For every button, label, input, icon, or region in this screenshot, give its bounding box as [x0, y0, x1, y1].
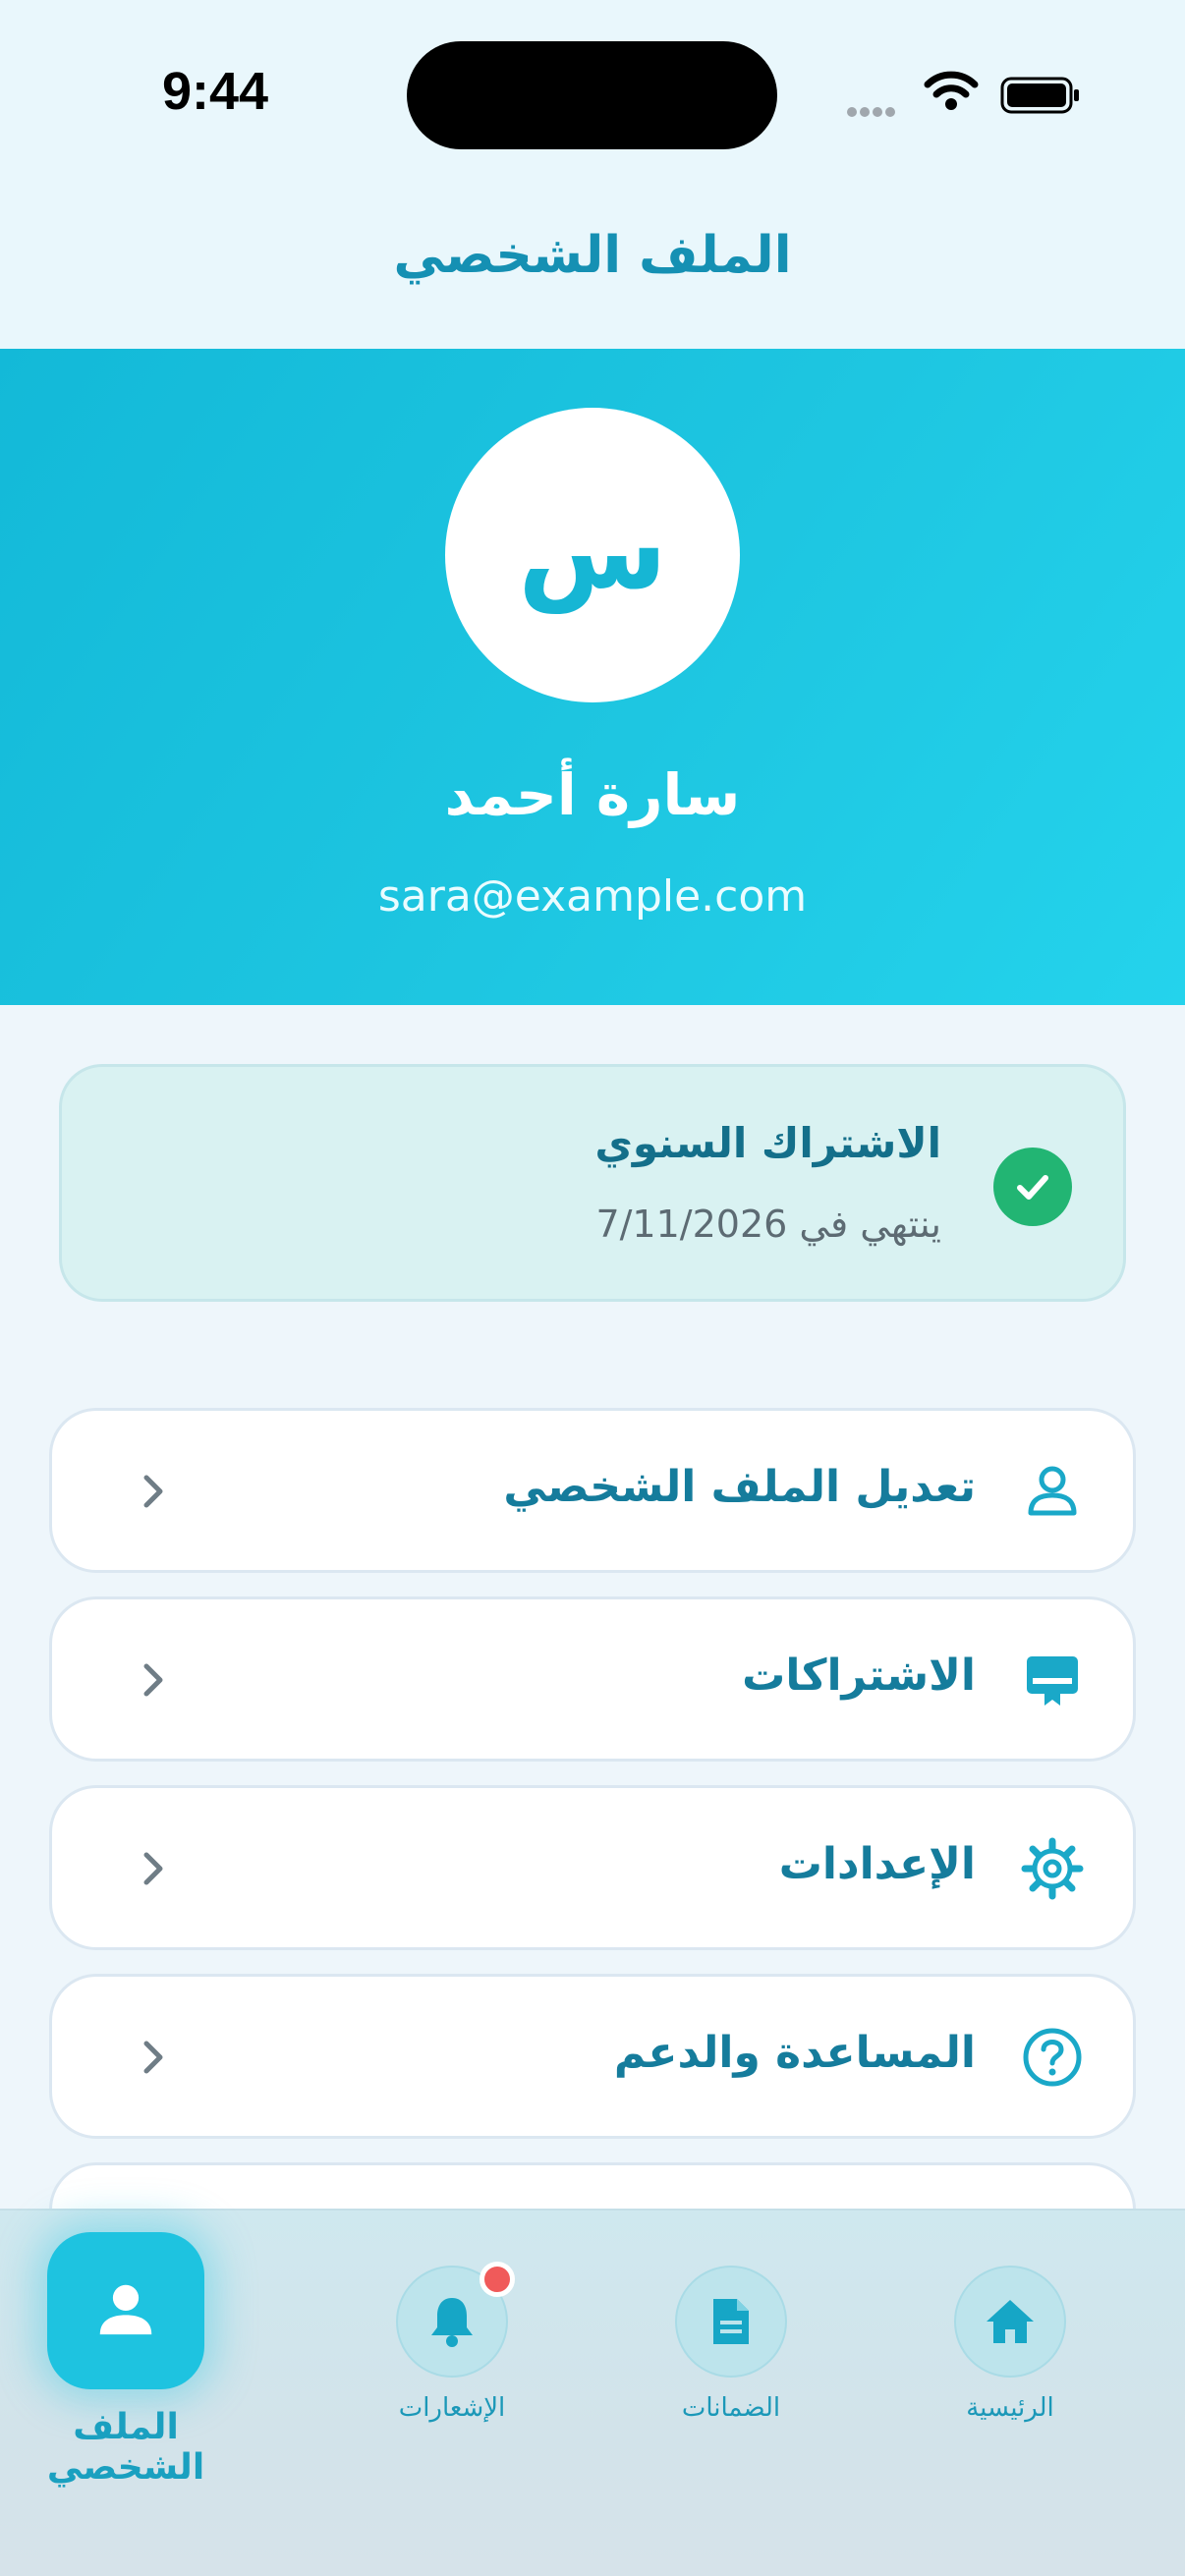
document-icon	[713, 2299, 749, 2344]
user-name: سارة أحمد	[444, 761, 741, 828]
tab-profile-highlight	[47, 2232, 204, 2389]
status-bar: 9:44	[0, 0, 1185, 196]
menu-item-subscriptions[interactable]: الاشتراكات	[49, 1596, 1136, 1762]
tab-home[interactable]: الرئيسية	[892, 2211, 1128, 2466]
chevron-right-icon	[143, 2041, 163, 2074]
user-icon	[1028, 1466, 1077, 1516]
tab-profile[interactable]: الملف الشخصي	[0, 2211, 252, 2488]
bell-icon	[431, 2298, 473, 2347]
page-header: الملف الشخصي	[0, 196, 1185, 349]
subscription-expiry: ينتهي في 7/11/2026	[595, 1203, 941, 1246]
bottom-tab-bar: الملف الشخصي الإشعارات الضمانات الرئيسية	[0, 2209, 1185, 2576]
tab-icon-circle	[675, 2266, 787, 2378]
card-icon	[1027, 1656, 1078, 1706]
notification-badge	[480, 2262, 515, 2297]
subscription-title: الاشتراك السنوي	[594, 1119, 941, 1167]
chevron-right-icon	[143, 1663, 163, 1697]
dynamic-island	[407, 41, 777, 149]
menu-item-label: الاشتراكات	[742, 1651, 976, 1701]
avatar-initial: س	[518, 487, 667, 613]
chevron-right-icon	[143, 1475, 163, 1508]
page-title: الملف الشخصي	[393, 226, 792, 285]
gear-icon	[1021, 1837, 1084, 1900]
wifi-icon	[924, 71, 979, 110]
home-icon	[987, 2300, 1034, 2343]
user-email: sara@example.com	[377, 871, 808, 922]
avatar[interactable]: س	[445, 408, 740, 702]
menu-item-label: تعديل الملف الشخصي	[503, 1462, 976, 1512]
signal-icon	[847, 102, 898, 121]
tab-label: الملف الشخصي	[46, 2407, 205, 2488]
menu-item-edit-profile[interactable]: تعديل الملف الشخصي	[49, 1408, 1136, 1573]
battery-icon	[1000, 77, 1079, 114]
tab-icon-circle	[954, 2266, 1066, 2378]
tab-label: الرئيسية	[966, 2393, 1054, 2423]
user-icon	[99, 2284, 152, 2335]
status-time: 9:44	[162, 62, 269, 121]
subscription-card[interactable]: الاشتراك السنوي ينتهي في 7/11/2026	[59, 1064, 1126, 1302]
tab-label: الإشعارات	[398, 2393, 506, 2423]
tab-label: الضمانات	[681, 2393, 781, 2423]
menu-item-label: الإعدادات	[778, 1839, 976, 1889]
menu-item-label: المساعدة والدعم	[613, 2028, 976, 2078]
chevron-right-icon	[143, 1852, 163, 1885]
menu-item-help[interactable]: المساعدة والدعم	[49, 1974, 1136, 2139]
tab-warranties[interactable]: الضمانات	[613, 2211, 849, 2466]
help-icon	[1023, 2028, 1082, 2087]
tab-notifications[interactable]: الإشعارات	[334, 2211, 570, 2466]
profile-hero: س سارة أحمد sara@example.com	[0, 349, 1185, 1005]
menu-item-settings[interactable]: الإعدادات	[49, 1785, 1136, 1950]
check-circle-icon	[993, 1148, 1072, 1226]
